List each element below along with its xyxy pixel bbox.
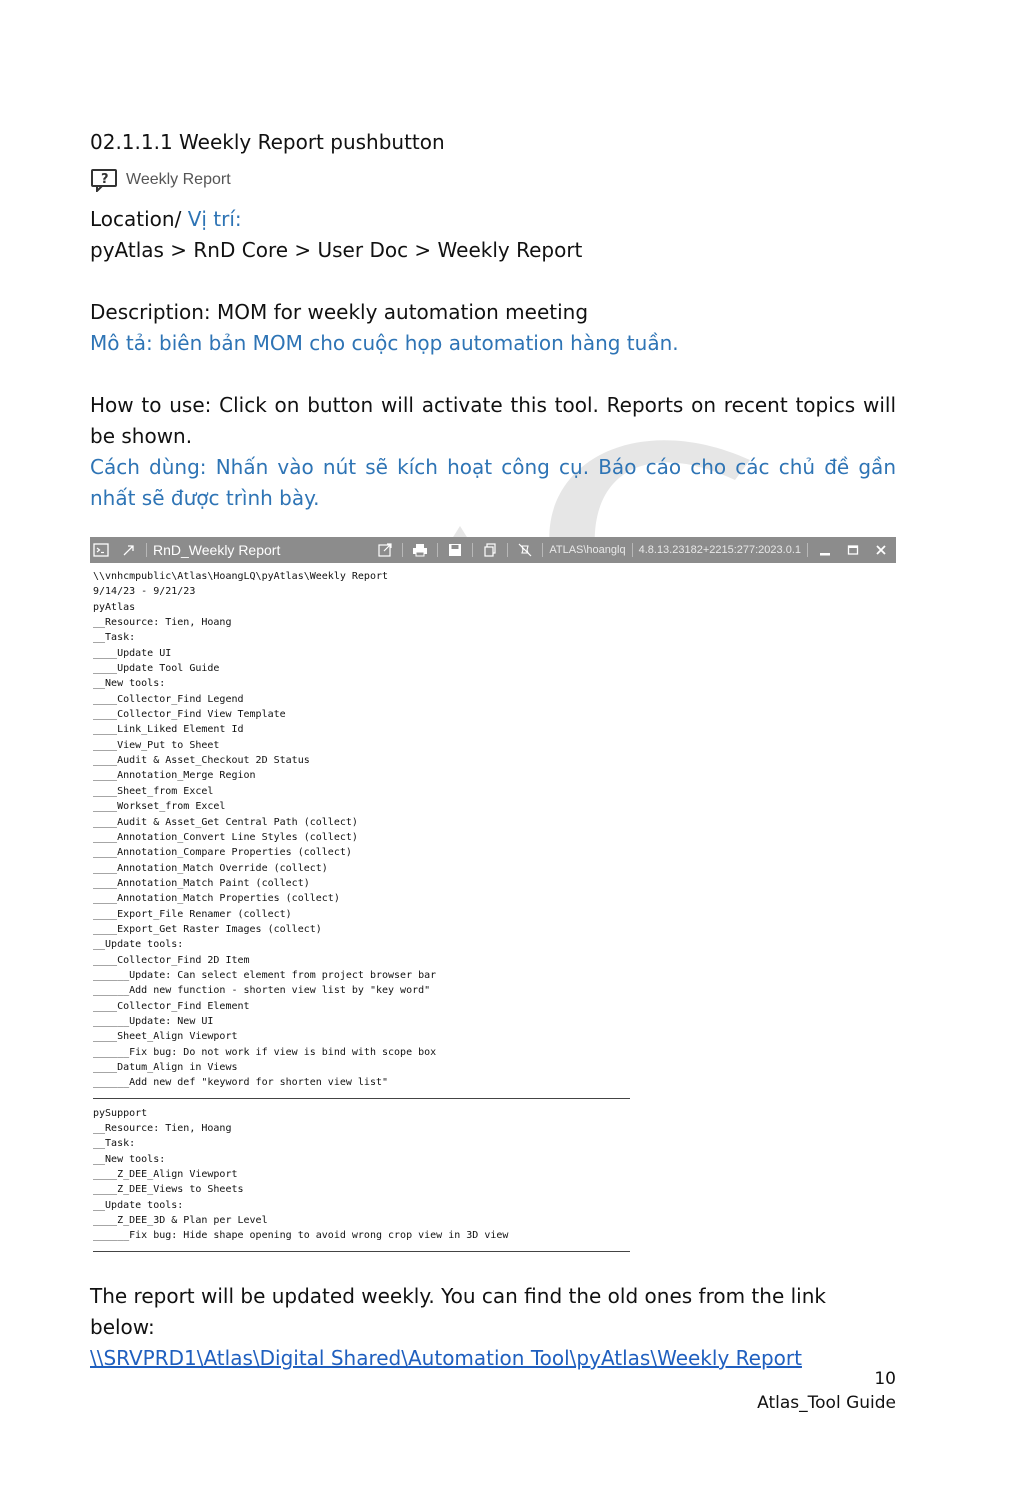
weekly-report-folder-link[interactable]: \\SRVPRD1\Atlas\Digital Shared\Automatio… <box>90 1346 802 1370</box>
content-body: 02.1.1.1 Weekly Report pushbutton ? Week… <box>90 127 896 514</box>
weekly-report-button-label: Weekly Report <box>126 171 231 188</box>
report-line: __Task: <box>93 1138 136 1150</box>
report-line: ____Annotation_Match Properties (collect… <box>93 893 340 905</box>
section-divider <box>93 1097 630 1099</box>
description-vi: Mô tả: biên bản MOM cho cuộc họp automat… <box>90 331 679 355</box>
version-label: 4.8.13.23182+2215:277:2023.0.1 <box>638 544 801 556</box>
report-section-pyatlas: \\vnhcmpublic\Atlas\HoangLQ\pyAtlas\Week… <box>93 569 896 1091</box>
report-line: ____Update UI <box>93 647 172 659</box>
report-line: ____Audit & Asset_Checkout 2D Status <box>93 755 310 767</box>
page-number: 10 <box>874 1369 896 1389</box>
console-icon[interactable] <box>90 539 112 561</box>
document-page: 02.1.1.1 Weekly Report pushbutton ? Week… <box>0 0 1021 1500</box>
report-line: ____Workset_from Excel <box>93 801 226 813</box>
maximize-icon[interactable] <box>842 539 864 561</box>
report-line: __New tools: <box>93 1153 166 1165</box>
report-section-pysupport: pySupport __Resource: Tien, Hoang __Task: _… <box>93 1106 896 1244</box>
svg-text:?: ? <box>101 172 109 187</box>
report-line: ______Add new function - shorten view li… <box>93 985 431 997</box>
report-line: ____Annotation_Merge Region <box>93 770 256 782</box>
section-divider <box>93 1250 630 1252</box>
report-line: __Update tools: <box>93 1199 184 1211</box>
report-line: pySupport <box>93 1107 148 1119</box>
page-footer: 10 Atlas_Tool Guide <box>757 1367 896 1415</box>
report-line: ____Annotation_Match Paint (collect) <box>93 877 310 889</box>
report-line: ______Fix bug: Hide shape opening to avo… <box>93 1230 509 1242</box>
report-line: ____Audit & Asset_Get Central Path (coll… <box>93 816 358 828</box>
report-line: ____Z_DEE_3D & Plan per Level <box>93 1215 268 1227</box>
report-line: ____Z_DEE_Views to Sheets <box>93 1184 244 1196</box>
report-window: RnD_Weekly Report ATLAS\hoanglq 4.8.13.2… <box>90 537 896 1262</box>
window-toolbar: ATLAS\hoanglq 4.8.13.23182+2215:277:2023… <box>374 537 892 563</box>
help-dialog-icon: ? <box>91 169 117 192</box>
report-line: ______Fix bug: Do not work if view is bi… <box>93 1046 437 1058</box>
report-line: \\vnhcmpublic\Atlas\HoangLQ\pyAtlas\Week… <box>93 571 389 582</box>
report-line: ____Collector_Find 2D Item <box>93 954 250 966</box>
window-titlebar: RnD_Weekly Report ATLAS\hoanglq 4.8.13.2… <box>90 537 896 563</box>
report-line: ____View_Put to Sheet <box>93 739 220 751</box>
save-icon[interactable] <box>444 539 466 561</box>
report-line: ____Annotation_Convert Line Styles (coll… <box>93 831 358 843</box>
report-line: ____Collector_Find View Template <box>93 709 286 721</box>
how-to-use-en: How to use: Click on button will activat… <box>90 393 896 448</box>
report-line: __Task: <box>93 632 136 644</box>
location-label: Location/ <box>90 207 188 231</box>
section-heading: 02.1.1.1 Weekly Report pushbutton <box>90 130 445 154</box>
report-line: ____Export_Get Raster Images (collect) <box>93 923 322 935</box>
report-line: ____Update Tool Guide <box>93 663 220 675</box>
report-line: ____Annotation_Compare Properties (colle… <box>93 847 352 859</box>
location-line: Location/ Vị trí: <box>90 204 896 235</box>
report-line: __New tools: <box>93 678 166 690</box>
report-line: __Resource: Tien, Hoang <box>93 617 232 629</box>
report-line: ____Export_File Renamer (collect) <box>93 908 292 920</box>
weekly-report-pushbutton[interactable]: ? Weekly Report <box>90 164 896 196</box>
window-title: RnD_Weekly Report <box>153 542 281 558</box>
minimize-icon[interactable] <box>814 539 836 561</box>
description-en: Description: MOM for weekly automation m… <box>90 300 589 324</box>
report-line: ______Update: New UI <box>93 1015 214 1027</box>
report-line: ____Z_DEE_Align Viewport <box>93 1169 238 1181</box>
document-name: Atlas_Tool Guide <box>757 1393 896 1413</box>
report-line: ______Update: Can select element from pr… <box>93 969 437 981</box>
report-line: __Update tools: <box>93 939 184 951</box>
report-line: ____Collector_Find Element <box>93 1000 250 1012</box>
closing-text: The report will be updated weekly. You c… <box>90 1284 826 1339</box>
mute-icon[interactable] <box>514 539 536 561</box>
report-line: ____Collector_Find Legend <box>93 693 244 705</box>
report-line: __Resource: Tien, Hoang <box>93 1123 232 1135</box>
pin-icon[interactable] <box>118 539 140 561</box>
report-line: ____Sheet_Align Viewport <box>93 1031 238 1043</box>
location-label-vi: Vị trí: <box>187 207 242 231</box>
close-icon[interactable] <box>870 539 892 561</box>
open-external-icon[interactable] <box>374 539 396 561</box>
report-line: 9/14/23 - 9/21/23 <box>93 586 196 598</box>
report-line: ____Sheet_from Excel <box>93 785 214 797</box>
report-line: pyAtlas <box>93 601 136 613</box>
print-icon[interactable] <box>409 539 431 561</box>
closing-block: The report will be updated weekly. You c… <box>90 1281 896 1374</box>
report-line: ____Annotation_Match Override (collect) <box>93 862 328 874</box>
user-label: ATLAS\hoanglq <box>549 544 626 556</box>
copy-icon[interactable] <box>479 539 501 561</box>
report-line: ______Add new def "keyword for shorten v… <box>93 1077 389 1089</box>
report-line: ____Datum_Align in Views <box>93 1062 238 1073</box>
report-line: ____Link_Liked Element Id <box>93 724 244 736</box>
location-path: pyAtlas > RnD Core > User Doc > Weekly R… <box>90 238 583 262</box>
how-to-use-vi: Cách dùng: Nhấn vào nút sẽ kích hoạt côn… <box>90 455 896 510</box>
